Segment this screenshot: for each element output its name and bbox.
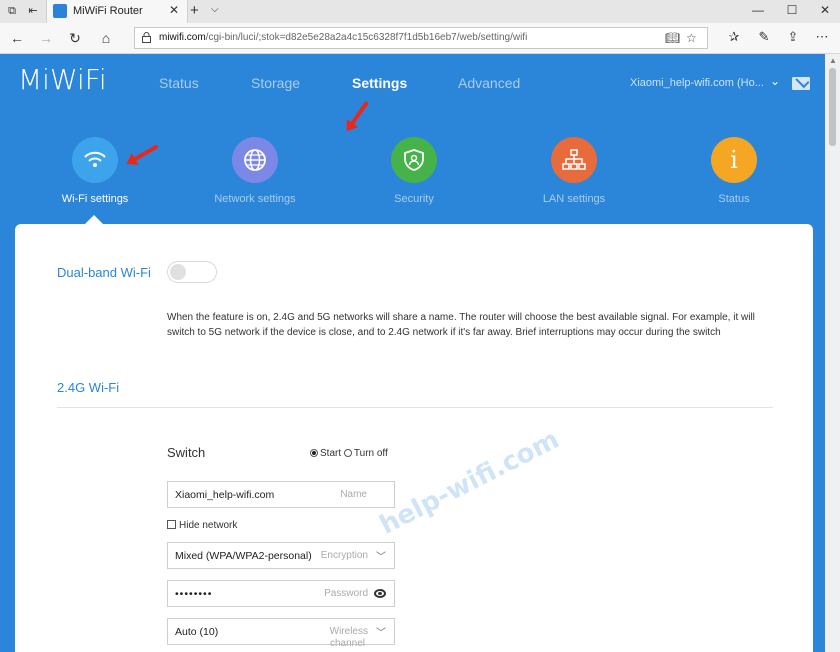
category-label: Network settings xyxy=(214,193,296,205)
wifi-name-hint: Name xyxy=(340,489,367,500)
category-wifi-settings[interactable]: Wi-Fi settings xyxy=(25,137,165,205)
dual-band-toggle[interactable] xyxy=(167,261,217,283)
tab-actions-icon[interactable]: ⧉ xyxy=(5,4,19,18)
password-field[interactable]: •••••••• Password xyxy=(167,580,395,607)
page-scrollbar[interactable]: ▲ xyxy=(825,54,840,652)
reading-view-icon[interactable]: 📖︎ xyxy=(665,31,680,45)
category-label: Status xyxy=(718,193,750,205)
channel-hint-continued: channel xyxy=(330,638,366,649)
eye-icon[interactable] xyxy=(374,589,386,598)
more-menu-icon[interactable]: ⋯ xyxy=(814,29,830,45)
nav-status[interactable]: Status xyxy=(159,75,199,91)
refresh-icon[interactable]: ↻ xyxy=(66,29,84,47)
miwifi-logo[interactable]: MiWiFi xyxy=(18,63,107,96)
encryption-hint: Encryption xyxy=(320,550,368,561)
switch-radio-group: Start Turn off xyxy=(310,448,388,459)
annotation-arrow xyxy=(347,100,369,130)
dual-band-description: When the feature is on, 2.4G and 5G netw… xyxy=(167,312,755,338)
router-name[interactable]: Xiaomi_help-wifi.com (Ho... xyxy=(630,77,764,89)
channel-hint: Wireless xyxy=(329,626,368,637)
browser-titlebar: ⧉ ⇤ MiWiFi Router ✕ + ⌵ — ☐ ✕ xyxy=(0,0,840,23)
radio-turn-off[interactable]: Turn off xyxy=(343,448,388,459)
watermark: help-wifi.com xyxy=(375,424,565,541)
wifi-name-value: Xiaomi_help-wifi.com xyxy=(175,489,275,501)
channel-value: Auto (10) xyxy=(175,626,219,638)
nav-advanced[interactable]: Advanced xyxy=(458,75,520,91)
nav-settings[interactable]: Settings xyxy=(352,75,407,91)
radio-off-icon xyxy=(343,449,352,457)
forward-icon[interactable]: → xyxy=(37,29,55,47)
share-icon[interactable]: ⇪ xyxy=(785,29,801,45)
pen-notes-icon[interactable]: ✎ xyxy=(756,29,772,45)
browser-tab[interactable]: MiWiFi Router ✕ xyxy=(46,0,188,23)
encryption-select[interactable]: Mixed (WPA/WPA2-personal) Encryption ﹀ xyxy=(167,542,395,569)
chevron-down-icon: ﹀ xyxy=(376,552,386,563)
globe-icon xyxy=(232,137,278,183)
lock-icon xyxy=(142,32,151,43)
chevron-down-icon[interactable]: ⌵ xyxy=(211,4,219,15)
radio-on-icon xyxy=(310,449,318,457)
chevron-down-icon: ﹀ xyxy=(376,628,386,639)
category-status[interactable]: i Status xyxy=(664,137,804,205)
back-icon[interactable]: ← xyxy=(8,29,26,47)
active-indicator xyxy=(85,215,103,224)
category-label: Wi-Fi settings xyxy=(61,193,129,205)
password-hint: Password xyxy=(324,588,368,599)
category-lan-settings[interactable]: LAN settings xyxy=(504,137,644,205)
minimize-icon[interactable]: — xyxy=(751,3,765,17)
favorite-star-icon[interactable]: ☆ xyxy=(686,31,697,45)
wifi-name-field[interactable]: Xiaomi_help-wifi.com Name xyxy=(167,481,395,508)
miwifi-favicon-icon xyxy=(53,4,67,18)
category-label: Security xyxy=(394,193,434,205)
shield-icon xyxy=(391,137,437,183)
tab-close-icon[interactable]: ✕ xyxy=(169,3,179,17)
maximize-icon[interactable]: ☐ xyxy=(785,3,799,17)
category-security[interactable]: Security xyxy=(344,137,484,205)
browser-toolbar: ← → ↻ ⌂ miwifi.com/cgi-bin/luci/;stok=d8… xyxy=(0,23,840,54)
set-aside-tabs-icon[interactable]: ⇤ xyxy=(26,4,40,18)
category-label: LAN settings xyxy=(542,193,606,205)
wifi-24g-title: 2.4G Wi-Fi xyxy=(57,380,120,395)
hide-network-checkbox[interactable]: Hide network xyxy=(167,520,237,531)
miwifi-page: MiWiFi Status Storage Settings Advanced … xyxy=(0,54,825,652)
divider xyxy=(57,407,773,408)
wifi-settings-card: Dual-band Wi-Fi When the feature is on, … xyxy=(15,224,813,652)
tab-title: MiWiFi Router xyxy=(73,5,143,17)
toggle-knob xyxy=(170,264,186,280)
encryption-value: Mixed (WPA/WPA2-personal) xyxy=(175,550,312,562)
wifi-icon xyxy=(72,137,118,183)
password-value: •••••••• xyxy=(175,588,213,600)
lan-icon xyxy=(551,137,597,183)
radio-start[interactable]: Start xyxy=(310,448,341,459)
new-tab-icon[interactable]: + xyxy=(190,2,199,19)
info-icon: i xyxy=(711,137,757,183)
chevron-down-icon[interactable]: ⌄ xyxy=(770,74,780,88)
scroll-thumb[interactable] xyxy=(829,68,836,146)
checkbox-icon xyxy=(167,520,176,529)
switch-label: Switch xyxy=(167,445,206,460)
scroll-up-icon[interactable]: ▲ xyxy=(829,56,837,65)
address-bar[interactable]: miwifi.com/cgi-bin/luci/;stok=d82e5e28a2… xyxy=(134,27,708,49)
home-icon[interactable]: ⌂ xyxy=(97,29,115,47)
close-window-icon[interactable]: ✕ xyxy=(818,3,832,17)
url-text: miwifi.com/cgi-bin/luci/;stok=d82e5e28a2… xyxy=(159,32,528,43)
mail-icon[interactable] xyxy=(792,77,810,90)
dual-band-title: Dual-band Wi-Fi xyxy=(57,265,151,280)
category-network-settings[interactable]: Network settings xyxy=(185,137,325,205)
favorites-hub-icon[interactable]: ✰ xyxy=(726,29,742,45)
nav-storage[interactable]: Storage xyxy=(251,75,300,91)
